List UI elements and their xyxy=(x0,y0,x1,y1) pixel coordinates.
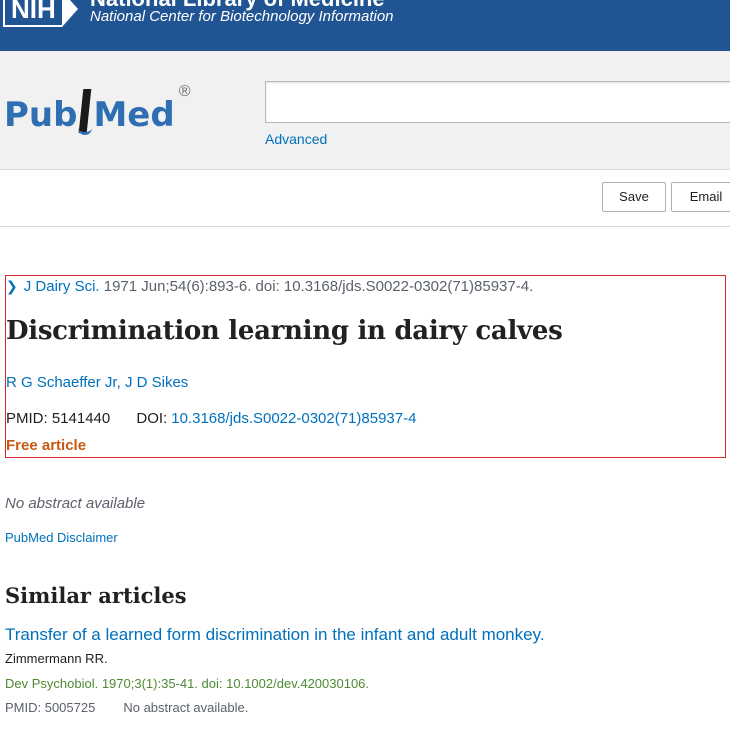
pubmed-book-icon xyxy=(78,89,93,135)
article-title: Discrimination learning in dairy calves xyxy=(6,316,563,346)
similar-article-citation: Dev Psychobiol. 1970;3(1):35-41. doi: 10… xyxy=(5,676,370,691)
email-button[interactable]: Email xyxy=(671,182,730,212)
pubmed-logo[interactable]: Pub Med ® xyxy=(4,79,191,135)
save-button[interactable]: Save xyxy=(602,182,666,212)
doi-link[interactable]: 10.3168/jds.S0022-0302(71)85937-4 xyxy=(171,410,416,427)
doi-label: DOI: xyxy=(136,410,168,427)
pmid-value: PMID: 5141440 xyxy=(6,410,111,427)
search-header: Pub Med ® Advanced xyxy=(0,51,730,170)
advanced-search-link[interactable]: Advanced xyxy=(265,131,327,147)
no-abstract-text: No abstract available xyxy=(5,495,146,512)
disclaimer-link[interactable]: PubMed Disclaimer xyxy=(5,530,118,545)
free-article-badge: Free article xyxy=(6,437,87,454)
pubmed-logo-med: Med xyxy=(93,95,175,135)
article-identifiers: PMID: 5141440 DOI: 10.3168/jds.S0022-0302… xyxy=(6,410,416,427)
pubmed-logo-wordmark: Pub Med xyxy=(4,89,175,135)
similar-article-note: No abstract available. xyxy=(123,700,249,715)
article-authors[interactable]: R G Schaeffer Jr, J D Sikes xyxy=(6,374,188,391)
nih-logo[interactable]: NIH xyxy=(3,0,78,27)
similar-article-authors: Zimmermann RR. xyxy=(5,651,108,666)
registered-mark: ® xyxy=(178,83,191,100)
similar-article-pmid: PMID: 5005725 xyxy=(5,700,96,715)
similar-articles-heading: Similar articles xyxy=(5,583,187,608)
article-header: ❯ J Dairy Sci. 1971 Jun;54(6):893-6. doi:… xyxy=(5,275,726,458)
search-input[interactable] xyxy=(265,81,730,123)
chevron-right-icon[interactable]: ❯ xyxy=(6,278,18,294)
citation-details: 1971 Jun;54(6):893-6. doi: 10.3168/jds.S… xyxy=(103,278,534,295)
similar-article-title[interactable]: Transfer of a learned form discriminatio… xyxy=(5,625,545,645)
article-citation: ❯ J Dairy Sci. 1971 Jun;54(6):893-6. doi:… xyxy=(6,278,533,295)
action-bar: Save Email xyxy=(0,170,730,227)
journal-link[interactable]: J Dairy Sci. xyxy=(24,278,100,295)
org-subtitle: National Center for Biotechnology Inform… xyxy=(90,8,394,25)
nih-logo-arrow-icon xyxy=(61,0,78,27)
nih-banner: NIH National Library of Medicine Nationa… xyxy=(0,0,730,51)
pubmed-logo-pub: Pub xyxy=(4,95,78,135)
nih-logo-text: NIH xyxy=(3,0,62,27)
similar-article-meta: PMID: 5005725 No abstract available. xyxy=(5,700,248,715)
